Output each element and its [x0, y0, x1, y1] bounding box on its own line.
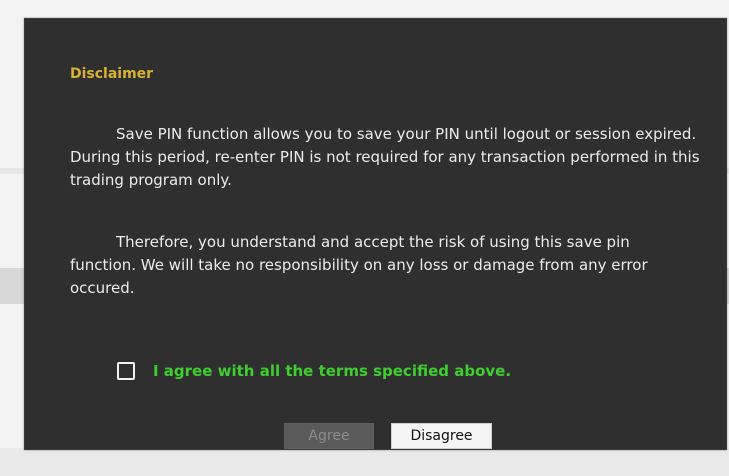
agree-button[interactable]: Agree [284, 423, 374, 449]
agree-terms-label[interactable]: I agree with all the terms specified abo… [153, 362, 511, 380]
disagree-button[interactable]: Disagree [391, 423, 492, 449]
disclaimer-dialog: Disclaimer Save PIN function allows you … [24, 18, 727, 450]
agree-terms-checkbox[interactable] [117, 362, 135, 380]
disclaimer-paragraph-2: Therefore, you understand and accept the… [70, 233, 648, 297]
dialog-title: Disclaimer [70, 66, 154, 82]
background-band [0, 448, 729, 476]
agree-terms-row[interactable]: I agree with all the terms specified abo… [117, 361, 511, 381]
disclaimer-paragraph-1: Save PIN function allows you to save you… [70, 125, 700, 189]
